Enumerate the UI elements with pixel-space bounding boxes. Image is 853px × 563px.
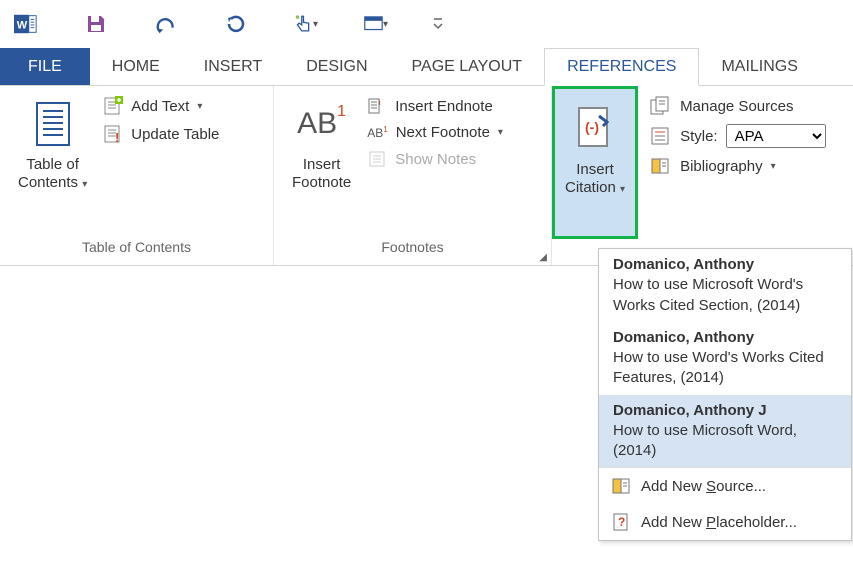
ribbon: Table of Contents ▾ Add Text ▾ ! Update …	[0, 86, 853, 266]
insert-citation-icon: (-)	[573, 103, 617, 155]
citation-source-author: Domanico, Anthony	[613, 328, 837, 348]
dialog-launcher-icon[interactable]: ◢	[539, 252, 547, 263]
style-label: Style:	[680, 128, 718, 145]
style-icon	[650, 126, 672, 146]
svg-text:?: ?	[618, 515, 625, 529]
update-table-label: Update Table	[131, 126, 219, 143]
tab-references[interactable]: REFERENCES	[544, 48, 699, 86]
group-label-footnotes: Footnotes◢	[274, 239, 551, 265]
add-text-icon	[103, 96, 123, 116]
manage-sources-button[interactable]: Manage Sources	[650, 96, 826, 116]
bibliography-button[interactable]: Bibliography ▾	[650, 156, 826, 176]
ribbon-tabs: FILE HOME INSERT DESIGN PAGE LAYOUT REFE…	[0, 48, 853, 86]
chevron-down-icon: ▾	[82, 179, 87, 190]
update-table-icon: !	[103, 124, 123, 144]
add-text-button[interactable]: Add Text ▾	[103, 96, 219, 116]
next-footnote-label: Next Footnote	[396, 124, 490, 141]
insert-footnote-label1: Insert	[303, 156, 341, 174]
citation-source-item[interactable]: Domanico, Anthony J How to use Microsoft…	[599, 395, 851, 468]
insert-endnote-icon: i	[367, 96, 387, 116]
word-app-icon: W	[14, 12, 38, 36]
citation-source-item[interactable]: Domanico, Anthony How to use Microsoft W…	[599, 249, 851, 322]
insert-footnote-icon: AB1	[297, 98, 346, 150]
citation-source-title: How to use Microsoft Word's Works Cited …	[613, 275, 837, 316]
insert-citation-label1: Insert	[576, 161, 614, 179]
group-table-of-contents: Table of Contents ▾ Add Text ▾ ! Update …	[0, 86, 274, 265]
bibliography-icon	[650, 156, 672, 176]
citation-source-item[interactable]: Domanico, Anthony How to use Word's Work…	[599, 322, 851, 395]
citation-source-author: Domanico, Anthony	[613, 255, 837, 275]
svg-text:W: W	[17, 20, 28, 32]
insert-footnote-button[interactable]: AB1 Insert Footnote	[282, 92, 361, 239]
citation-source-title: How to use Microsoft Word, (2014)	[613, 421, 837, 462]
chevron-down-icon: ▾	[383, 19, 388, 30]
table-of-contents-icon	[33, 98, 73, 150]
svg-text:!: !	[115, 130, 119, 144]
bibliography-label: Bibliography	[680, 158, 763, 175]
group-label-toc: Table of Contents	[0, 239, 273, 265]
manage-sources-icon	[650, 96, 672, 116]
add-new-placeholder-button[interactable]: ? Add New Placeholder...	[599, 504, 851, 540]
redo-icon[interactable]	[224, 12, 248, 36]
chevron-down-icon: ▾	[197, 101, 202, 112]
style-select[interactable]: APA	[726, 124, 826, 148]
show-notes-label: Show Notes	[395, 151, 476, 168]
svg-text:(-): (-)	[585, 119, 599, 135]
qat-customize-icon[interactable]	[426, 12, 450, 36]
table-of-contents-button[interactable]: Table of Contents ▾	[8, 92, 97, 239]
chevron-down-icon: ▾	[620, 184, 625, 195]
next-footnote-button[interactable]: AB1 Next Footnote ▾	[367, 124, 503, 141]
document-area[interactable]	[0, 266, 490, 562]
svg-text:i: i	[379, 100, 381, 107]
insert-citation-dropdown: Domanico, Anthony How to use Microsoft W…	[598, 248, 852, 541]
group-footnotes: AB1 Insert Footnote i Insert Endnote AB1…	[274, 86, 552, 265]
add-placeholder-icon: ?	[611, 512, 631, 532]
next-footnote-icon: AB1	[367, 126, 387, 140]
tab-mailings[interactable]: MAILINGS	[699, 48, 819, 85]
toc-button-label1: Table of	[26, 156, 79, 174]
update-table-button[interactable]: ! Update Table	[103, 124, 219, 144]
chevron-down-icon: ▾	[498, 127, 503, 138]
tab-file[interactable]: FILE	[0, 48, 90, 85]
add-text-label: Add Text	[131, 98, 189, 115]
insert-endnote-label: Insert Endnote	[395, 98, 493, 115]
touch-mode-icon[interactable]: ▾	[294, 12, 318, 36]
citation-style-row: Style: APA	[650, 124, 826, 148]
tab-page-layout[interactable]: PAGE LAYOUT	[390, 48, 545, 85]
insert-object-icon[interactable]: ▾	[364, 12, 388, 36]
show-notes-icon	[367, 149, 387, 169]
tab-home[interactable]: HOME	[90, 48, 182, 85]
save-icon[interactable]	[84, 12, 108, 36]
undo-icon[interactable]	[154, 12, 178, 36]
insert-citation-label2: Citation	[565, 179, 616, 196]
quick-access-toolbar: W ▾ ▾	[0, 0, 853, 48]
chevron-down-icon: ▾	[313, 19, 318, 30]
citation-source-author: Domanico, Anthony J	[613, 401, 837, 421]
group-citations-bibliography: (-) Insert Citation ▾ Manage Sources Sty…	[552, 86, 853, 265]
add-source-icon	[611, 476, 631, 496]
tab-design[interactable]: DESIGN	[284, 48, 389, 85]
chevron-down-icon: ▾	[771, 161, 776, 172]
add-new-source-button[interactable]: Add New Source...	[599, 468, 851, 504]
citation-source-title: How to use Word's Works Cited Features, …	[613, 348, 837, 389]
insert-footnote-label2: Footnote	[292, 174, 351, 192]
insert-citation-button[interactable]: (-) Insert Citation ▾	[552, 86, 638, 239]
manage-sources-label: Manage Sources	[680, 98, 793, 115]
insert-endnote-button[interactable]: i Insert Endnote	[367, 96, 503, 116]
tab-insert[interactable]: INSERT	[182, 48, 284, 85]
toc-button-label2: Contents	[18, 174, 78, 191]
show-notes-button[interactable]: Show Notes	[367, 149, 503, 169]
